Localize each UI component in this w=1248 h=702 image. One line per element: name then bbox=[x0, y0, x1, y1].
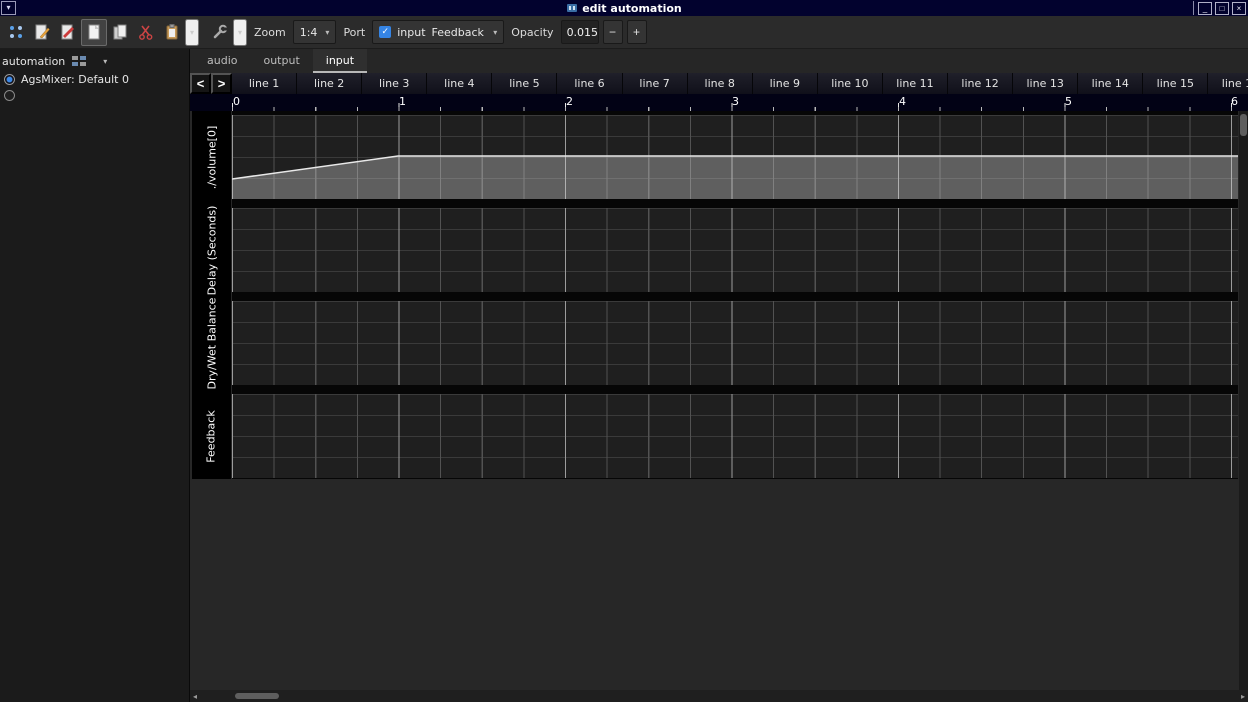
tool-popup-dropdown-arrow[interactable]: ▾ bbox=[233, 19, 247, 46]
tab-output[interactable]: output bbox=[250, 49, 312, 73]
lane-scroll-area: ./volume[0] Delay (Seconds) Dry/Wet Bala… bbox=[190, 111, 1248, 690]
automation-editor: audio output input < > line 1 line 2 lin… bbox=[190, 49, 1248, 702]
automation-header: automation ▾ bbox=[0, 49, 189, 71]
line-header[interactable]: line 3 bbox=[362, 73, 427, 94]
port-checkbox[interactable]: ✓ bbox=[379, 26, 391, 38]
cut-button[interactable] bbox=[133, 19, 159, 46]
close-button[interactable]: × bbox=[1232, 2, 1246, 15]
scrollbar-left-arrow[interactable]: ◂ bbox=[190, 690, 200, 702]
chevron-down-icon: ▾ bbox=[493, 28, 497, 37]
line-header[interactable]: line 14 bbox=[1078, 73, 1143, 94]
copy-icon bbox=[111, 23, 129, 41]
select-tool-button[interactable] bbox=[81, 19, 107, 46]
tab-audio[interactable]: audio bbox=[194, 49, 250, 73]
automation-curve-fill bbox=[232, 156, 1238, 199]
line-header[interactable]: line 16 bbox=[1208, 73, 1248, 94]
horizontal-scrollbar-thumb[interactable] bbox=[235, 693, 279, 699]
chevron-down-icon: ▾ bbox=[325, 28, 329, 37]
line-header[interactable]: line 5 bbox=[492, 73, 557, 94]
automation-icon bbox=[71, 54, 87, 68]
lane-label-drywet: Dry/Wet Balance bbox=[192, 301, 231, 385]
opacity-input[interactable]: 0.015 bbox=[561, 20, 599, 44]
tab-input[interactable]: input bbox=[313, 49, 367, 73]
line-header[interactable]: line 9 bbox=[753, 73, 818, 94]
opacity-label: Opacity bbox=[511, 26, 553, 39]
minimize-button[interactable]: _ bbox=[1198, 2, 1212, 15]
automation-lane-delay[interactable] bbox=[232, 208, 1238, 292]
zoom-value: 1:4 bbox=[300, 26, 318, 39]
zoom-label: Zoom bbox=[254, 26, 286, 39]
scroll-left-button[interactable]: < bbox=[190, 73, 211, 94]
horizontal-scrollbar[interactable]: ◂ ▸ bbox=[190, 690, 1248, 702]
line-header[interactable]: line 6 bbox=[557, 73, 622, 94]
window-title: edit automation bbox=[582, 2, 682, 15]
machine-radio-row[interactable] bbox=[0, 88, 189, 103]
line-header[interactable]: line 15 bbox=[1143, 73, 1208, 94]
port-combobox[interactable]: ✓ input Feedback ▾ bbox=[372, 20, 504, 44]
opacity-decrement-button[interactable]: − bbox=[603, 20, 623, 44]
edit-icon bbox=[33, 23, 51, 41]
line-header[interactable]: line 13 bbox=[1013, 73, 1078, 94]
scrollbar-right-arrow[interactable]: ▸ bbox=[1238, 690, 1248, 702]
port-channel: input bbox=[397, 26, 425, 39]
position-cursor-icon bbox=[7, 23, 25, 41]
position-cursor-button[interactable] bbox=[3, 19, 29, 46]
opacity-value: 0.015 bbox=[567, 26, 599, 39]
app-icon bbox=[566, 2, 578, 14]
line-header[interactable]: line 8 bbox=[688, 73, 753, 94]
ruler: 0 1 2 3 4 5 6 bbox=[190, 94, 1248, 111]
tool-popup-button[interactable] bbox=[207, 19, 233, 46]
tool-popup-icon bbox=[211, 23, 229, 41]
machine-radio-row[interactable]: AgsMixer: Default 0 bbox=[0, 71, 189, 88]
clear-icon bbox=[59, 23, 77, 41]
window-controls: _ □ × bbox=[1193, 1, 1246, 15]
line-header[interactable]: line 7 bbox=[623, 73, 688, 94]
copy-button[interactable] bbox=[107, 19, 133, 46]
lane-label-feedback: Feedback bbox=[192, 394, 231, 478]
zoom-combobox[interactable]: 1:4 ▾ bbox=[293, 20, 337, 44]
line-header[interactable]: line 12 bbox=[948, 73, 1013, 94]
lane-label-volume: ./volume[0] bbox=[192, 115, 231, 199]
port-label: Port bbox=[343, 26, 365, 39]
port-name: Feedback bbox=[432, 26, 484, 39]
scope-tabs: audio output input bbox=[194, 49, 367, 73]
line-header[interactable]: line 11 bbox=[883, 73, 948, 94]
opacity-increment-button[interactable]: + bbox=[627, 20, 647, 44]
vertical-scrollbar-thumb[interactable] bbox=[1240, 114, 1247, 136]
automation-lane-feedback[interactable] bbox=[232, 394, 1238, 478]
line-header[interactable]: line 1 bbox=[232, 73, 297, 94]
vertical-scrollbar[interactable] bbox=[1239, 111, 1248, 690]
automation-lane-drywet[interactable] bbox=[232, 301, 1238, 385]
automation-lane-volume[interactable] bbox=[232, 115, 1238, 199]
lane-label-delay: Delay (Seconds) bbox=[192, 208, 231, 292]
edit-automation-window: ▾ edit automation _ □ × bbox=[0, 0, 1248, 702]
paste-button[interactable] bbox=[159, 19, 185, 46]
cut-icon bbox=[137, 23, 155, 41]
select-icon bbox=[85, 23, 103, 41]
paste-dropdown-arrow[interactable]: ▾ bbox=[185, 19, 199, 46]
machine-dropdown-arrow[interactable]: ▾ bbox=[103, 57, 107, 66]
clear-tool-button[interactable] bbox=[55, 19, 81, 46]
machine-radio-label: AgsMixer: Default 0 bbox=[21, 73, 129, 86]
automation-label: automation bbox=[2, 55, 65, 68]
titlebar: ▾ edit automation _ □ × bbox=[0, 0, 1248, 16]
paste-icon bbox=[163, 23, 181, 41]
machine-sidebar: automation ▾ AgsMixer: Default 0 bbox=[0, 49, 190, 702]
maximize-button[interactable]: □ bbox=[1215, 2, 1229, 15]
automation-curve bbox=[232, 115, 1238, 199]
automation-grid bbox=[232, 111, 1238, 479]
line-header-row: < > line 1 line 2 line 3 line 4 line 5 l… bbox=[190, 73, 1248, 94]
toolbar: ▾ ▾ Zoom 1:4 ▾ Port ✓ input Feedback ▾ O… bbox=[0, 16, 1248, 49]
line-header[interactable]: line 4 bbox=[427, 73, 492, 94]
scroll-right-button[interactable]: > bbox=[211, 73, 232, 94]
machine-radio-selected[interactable] bbox=[4, 74, 15, 85]
edit-tool-button[interactable] bbox=[29, 19, 55, 46]
line-header[interactable]: line 10 bbox=[818, 73, 883, 94]
window-title-area: edit automation bbox=[0, 0, 1248, 16]
lane-label-strip: ./volume[0] Delay (Seconds) Dry/Wet Bala… bbox=[192, 111, 231, 479]
machine-radio-unselected[interactable] bbox=[4, 90, 15, 101]
line-header[interactable]: line 2 bbox=[297, 73, 362, 94]
